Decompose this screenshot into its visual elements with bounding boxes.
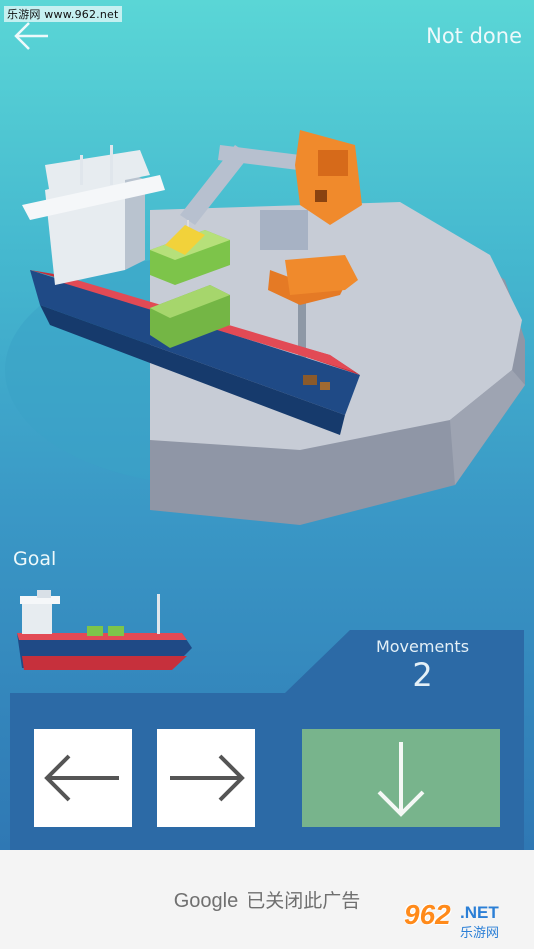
game-screen: 乐游网 www.962.net Not done Goal Movements … (0, 0, 534, 850)
google-logo: Google (173, 890, 239, 912)
arrow-left-icon (44, 754, 119, 802)
move-right-button[interactable] (157, 729, 255, 827)
logo-number: 962 (404, 899, 451, 930)
movements-count: 2 (412, 656, 433, 694)
site-logo: 962 .NET 乐游网 (404, 899, 526, 941)
movements-label: Movements (375, 637, 470, 656)
logo-subtitle: 乐游网 (460, 926, 500, 941)
back-button[interactable] (12, 20, 52, 52)
arrow-right-icon (170, 754, 245, 802)
drop-button[interactable] (302, 729, 500, 827)
level-status: Not done (426, 24, 522, 48)
ad-closed-text: 已关闭此广告 (246, 890, 361, 912)
arrow-down-icon (377, 742, 425, 817)
arrow-left-icon (14, 22, 48, 50)
goal-label: Goal (13, 548, 57, 570)
move-left-button[interactable] (34, 729, 132, 827)
logo-suffix: .NET (460, 903, 499, 922)
port-scene (5, 130, 525, 525)
